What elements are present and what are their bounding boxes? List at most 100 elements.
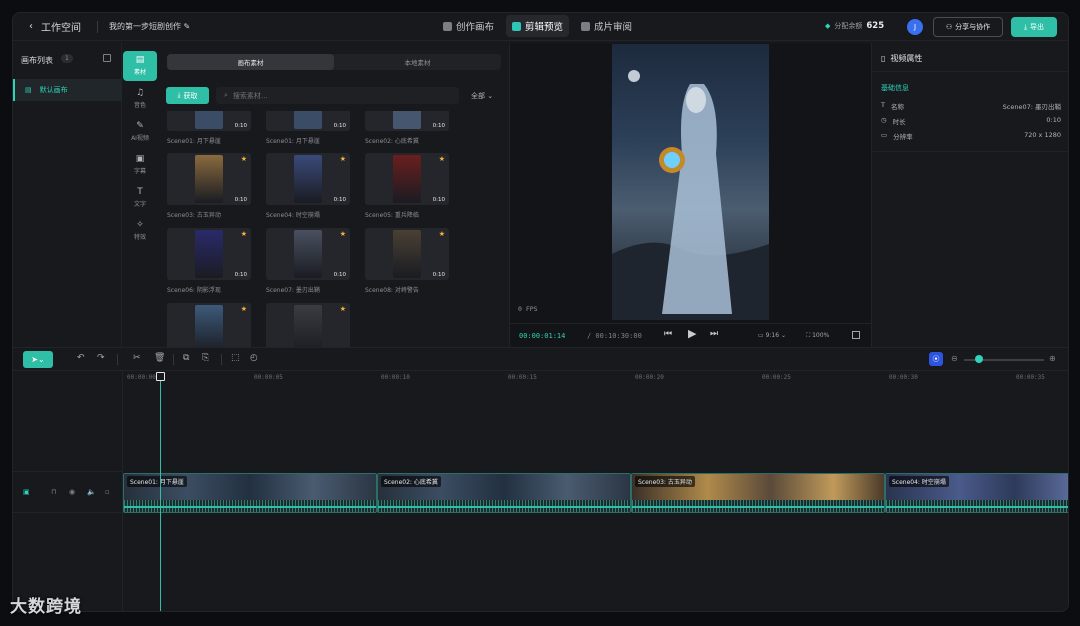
add-canvas-icon[interactable] xyxy=(103,54,111,62)
asset-caption: Scene01: 月下悬崖 xyxy=(266,138,320,145)
asset-card[interactable]: ★ 0:10 Scene06: 阴影浮现 xyxy=(163,228,253,298)
timeline-clip[interactable]: Scene04: 时空崩塌 xyxy=(885,473,1068,513)
redo-icon[interactable]: ↷ xyxy=(97,353,105,363)
duration-label: 0:10 xyxy=(234,272,247,278)
snap-magnet-button[interactable]: ⦿ xyxy=(929,352,943,366)
thumbnail-image xyxy=(294,155,322,203)
download-icon: ⤓ xyxy=(1023,22,1028,31)
download-icon: ⤓ xyxy=(177,91,181,99)
preview-artwork xyxy=(612,70,769,320)
canvas-list-panel: 画布列表 1 ▤ 默认画布 xyxy=(13,43,122,347)
timer-icon[interactable]: ◴ xyxy=(250,353,258,363)
favorite-star-icon[interactable]: ★ xyxy=(340,155,346,163)
asset-card[interactable]: 0:10 Scene02: 心底希冀 xyxy=(361,111,451,149)
favorite-star-icon[interactable]: ★ xyxy=(241,155,247,163)
divider xyxy=(873,71,1068,72)
edit-icon[interactable]: ✎ xyxy=(184,22,191,31)
asset-card[interactable]: ★ 0:10 Scene03: 古玉异动 xyxy=(163,153,253,223)
back-to-workspace[interactable]: ‹ 工作空间 xyxy=(29,19,81,34)
current-timecode: 00:00:01:14 xyxy=(519,332,566,340)
favorite-star-icon[interactable]: ★ xyxy=(439,230,445,238)
thumbnail-image xyxy=(294,230,322,278)
asset-card[interactable]: ★ 0:10 Scene07: 墨刃出鞘 xyxy=(262,228,352,298)
sidebar-item-voice[interactable]: ♫ 音色 xyxy=(123,84,157,114)
tab-edit-preview[interactable]: 剪辑预览 xyxy=(506,15,570,37)
search-icon: ⌕ xyxy=(224,91,228,99)
asset-thumbnail: ★ 0:10 xyxy=(167,228,251,280)
asset-thumbnail: ★0:10 xyxy=(266,228,350,280)
duration-label: 0:10 xyxy=(432,123,445,129)
divider xyxy=(873,151,1068,152)
favorite-star-icon[interactable]: ★ xyxy=(340,230,346,238)
favorite-star-icon[interactable]: ★ xyxy=(340,305,346,313)
undo-icon[interactable]: ↶ xyxy=(77,353,85,363)
preview-video-frame[interactable] xyxy=(612,44,769,320)
get-assets-button[interactable]: ⤓ 获取 xyxy=(166,87,209,104)
prev-frame-icon[interactable]: ⏮ xyxy=(664,329,672,339)
play-icon[interactable]: ▶ xyxy=(688,327,696,340)
eye-icon[interactable]: ◉ xyxy=(69,488,75,496)
sidebar-item-effects[interactable]: ✧ 特效 xyxy=(123,216,157,246)
asset-card[interactable]: 0:10 Scene01: 月下悬崖 xyxy=(163,111,253,149)
preview-zoom[interactable]: ⛶ 100% xyxy=(806,332,829,340)
project-title[interactable]: 我的第一步短剧创作 ✎ xyxy=(109,21,190,32)
lock-icon[interactable]: ⊓ xyxy=(51,488,56,496)
asset-card[interactable]: ★ 0:10 Scene05: 重兵降临 xyxy=(361,153,451,223)
volume-icon[interactable]: 🔈 xyxy=(87,488,96,496)
zoom-in-icon[interactable]: ⊕ xyxy=(1049,354,1056,363)
zoom-slider-knob[interactable] xyxy=(975,355,983,363)
clip-label: Scene04: 时空崩塌 xyxy=(889,476,949,487)
timeline-clip[interactable]: Scene01: 月下悬崖 xyxy=(123,473,377,513)
timeline-toolbar: ➤ ⌄ ↶ ↷ ✂ 🗑 ⧉ ⎘ ⬚ ◴ ⦿ ⊖ ⊕ xyxy=(13,347,1068,371)
playhead[interactable] xyxy=(160,373,161,611)
thumbnail-image xyxy=(195,305,223,347)
sidebar-item-text[interactable]: T 文字 xyxy=(123,183,157,213)
sidebar-item-subtitles[interactable]: ▣ 字幕 xyxy=(123,150,157,180)
asset-card[interactable]: 0:10 Scene01: 月下悬崖 xyxy=(262,111,352,149)
video-track-icon: ▣ xyxy=(23,488,30,496)
sidebar-item-materials[interactable]: ▤ 素材 xyxy=(123,51,157,81)
text-icon: T xyxy=(881,101,885,109)
filter-dropdown[interactable]: 全部 ⌄ xyxy=(471,91,493,101)
asset-card[interactable]: ★ 0:10 Scene04: 时空崩塌 xyxy=(262,153,352,223)
properties-panel: ▯ 视频属性 基础信息 T 名称 Scene07: 墨刃出鞘 ◷ 时长 0:10 ▭ 分辨率… xyxy=(873,43,1068,347)
favorite-star-icon[interactable]: ★ xyxy=(241,230,247,238)
avatar[interactable]: J xyxy=(907,19,923,35)
next-frame-icon[interactable]: ⏭ xyxy=(710,329,718,339)
asset-sidebar: ▤ 素材 ♫ 音色 ✎ AI视频 ▣ 字幕 T 文字 ✧ 特效 xyxy=(123,51,159,249)
playhead-handle[interactable] xyxy=(156,372,165,381)
asset-card[interactable]: ★0:10 xyxy=(163,303,253,347)
share-button[interactable]: ⚇ 分享与协作 xyxy=(933,17,1003,37)
select-tool-button[interactable]: ➤ ⌄ xyxy=(23,351,53,368)
search-input[interactable]: ⌕ 搜索素材... xyxy=(216,87,459,104)
tab-canvas[interactable]: 创作画布 xyxy=(437,15,500,37)
clapper-icon xyxy=(512,21,522,31)
copy-icon[interactable]: ⧉ xyxy=(183,353,189,363)
tab-canvas-assets[interactable]: 画布素材 xyxy=(167,54,334,70)
fullscreen-icon[interactable] xyxy=(852,331,860,339)
aspect-ratio-select[interactable]: ▭ 9:16 ⌄ xyxy=(758,332,786,339)
favorite-star-icon[interactable]: ★ xyxy=(241,305,247,313)
timeline-ruler[interactable]: 00:00:00 00:00:05 00:00:10 00:00:15 00:0… xyxy=(123,371,1068,385)
zoom-out-icon[interactable]: ⊖ xyxy=(951,354,958,363)
favorite-star-icon[interactable]: ★ xyxy=(439,155,445,163)
asset-card[interactable]: ★0:10 xyxy=(262,303,352,347)
asset-card[interactable]: ★ 0:10 Scene08: 对峙警告 xyxy=(361,228,451,298)
canvas-item-default[interactable]: ▤ 默认画布 xyxy=(13,79,122,101)
divider xyxy=(97,21,98,33)
sidebar-item-ai-video[interactable]: ✎ AI视频 xyxy=(123,117,157,147)
timeline-clip[interactable]: Scene03: 古玉异动 xyxy=(631,473,885,513)
more-icon[interactable]: ▫ xyxy=(105,488,110,496)
tab-local-assets[interactable]: 本地素材 xyxy=(334,54,501,70)
tab-review[interactable]: 成片审阅 xyxy=(575,15,638,37)
duration-label: 0:10 xyxy=(432,272,445,278)
ruler-label: 00:00:25 xyxy=(762,374,791,381)
crop-icon[interactable]: ⬚ xyxy=(231,353,240,363)
asset-thumbnail: ★0:10 xyxy=(167,303,251,347)
delete-icon[interactable]: 🗑 xyxy=(154,353,165,363)
scissors-icon[interactable]: ✂ xyxy=(133,353,141,363)
export-button[interactable]: ⤓ 导出 xyxy=(1011,17,1057,37)
paste-icon[interactable]: ⎘ xyxy=(202,353,209,363)
timeline-clip[interactable]: Scene02: 心底希冀 xyxy=(377,473,631,513)
asset-thumbnail: ★ 0:10 xyxy=(365,228,449,280)
